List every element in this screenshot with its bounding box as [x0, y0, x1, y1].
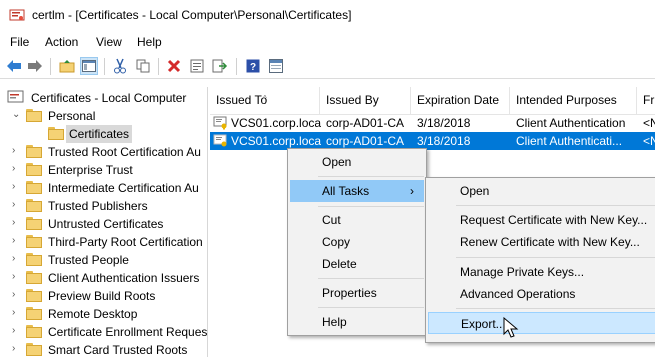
col-issued-by[interactable]: Issued By	[320, 87, 411, 114]
submenu-item-request-new-key[interactable]: Request Certificate with New Key...	[428, 209, 655, 231]
copy-icon[interactable]	[134, 57, 152, 75]
collapsed-chevron-icon[interactable]: ›	[12, 146, 22, 156]
table-row[interactable]: VCS01.corp.local corp-AD01-CA 3/18/2018 …	[210, 114, 655, 132]
submenu-item-advanced-operations[interactable]: Advanced Operations	[428, 283, 655, 305]
collapsed-chevron-icon[interactable]: ›	[12, 200, 22, 210]
tree-item[interactable]: › Trusted Publishers	[0, 197, 207, 215]
title-bar: certlm - [Certificates - Local Computer\…	[0, 0, 655, 30]
collapsed-chevron-icon[interactable]: ›	[12, 182, 22, 192]
menu-help[interactable]: Help	[137, 35, 162, 49]
tree-item-personal[interactable]: ⌄ Personal	[0, 107, 207, 125]
menu-file[interactable]: File	[10, 35, 29, 49]
folder-icon	[26, 217, 42, 230]
menu-item-cut[interactable]: Cut	[290, 209, 424, 231]
collapsed-chevron-icon[interactable]: ›	[12, 272, 22, 282]
svg-text:?: ?	[250, 62, 256, 73]
menu-item-delete[interactable]: Delete	[290, 253, 424, 275]
submenu-item-manage-private-keys[interactable]: Manage Private Keys...	[428, 261, 655, 283]
console-tree: Certificates - Local Computer ⌄ Personal…	[0, 87, 208, 357]
collapsed-chevron-icon[interactable]: ›	[12, 326, 22, 336]
col-issued-to[interactable]: ^ Issued To	[210, 87, 320, 114]
folder-icon	[26, 307, 42, 320]
forward-icon[interactable]	[26, 57, 44, 75]
tree-item[interactable]: › Certificate Enrollment Reques	[0, 323, 207, 341]
show-hide-tree-icon[interactable]	[80, 57, 98, 75]
certificate-app-icon	[9, 9, 25, 21]
back-icon[interactable]	[5, 57, 23, 75]
sort-ascending-icon: ^	[263, 94, 267, 103]
folder-icon	[26, 253, 42, 266]
folder-icon	[26, 343, 42, 356]
table-row-selected[interactable]: VCS01.corp.local corp-AD01-CA 3/18/2018 …	[210, 132, 655, 150]
folder-icon	[26, 235, 42, 248]
tree-item[interactable]: › Third-Party Root Certification	[0, 233, 207, 251]
help-icon[interactable]: ?	[244, 57, 262, 75]
folder-icon	[26, 163, 42, 176]
menu-bar: File Action View Help	[0, 32, 655, 52]
tree-item[interactable]: › Enterprise Trust	[0, 161, 207, 179]
menu-view[interactable]: View	[96, 35, 122, 49]
folder-icon	[26, 289, 42, 302]
up-folder-icon[interactable]	[58, 57, 76, 75]
certificate-icon	[213, 116, 227, 130]
folder-icon	[26, 199, 42, 212]
collapsed-chevron-icon[interactable]: ›	[12, 308, 22, 318]
list-header: ^ Issued To Issued By Expiration Date In…	[210, 87, 655, 115]
folder-icon	[26, 325, 42, 338]
folder-icon	[26, 271, 42, 284]
collapsed-chevron-icon[interactable]: ›	[12, 290, 22, 300]
window-title: certlm - [Certificates - Local Computer\…	[32, 8, 352, 22]
submenu-item-open[interactable]: Open	[428, 180, 655, 202]
mouse-pointer-icon	[503, 317, 519, 338]
tree-item-certificates[interactable]: Certificates	[0, 125, 207, 143]
tree-item[interactable]: › Remote Desktop	[0, 305, 207, 323]
cut-icon[interactable]	[111, 57, 129, 75]
open-folder-icon	[48, 127, 64, 140]
folder-icon	[26, 181, 42, 194]
collapsed-chevron-icon[interactable]: ›	[12, 236, 22, 246]
expanded-chevron-icon[interactable]: ⌄	[12, 110, 22, 120]
submenu-item-export[interactable]: Export...	[428, 312, 655, 334]
collapsed-chevron-icon[interactable]: ›	[12, 164, 22, 174]
tree-item[interactable]: › Intermediate Certification Au	[0, 179, 207, 197]
toolbar: ?	[0, 54, 655, 79]
delete-icon[interactable]	[165, 57, 183, 75]
certificate-icon	[213, 134, 227, 147]
tree-item[interactable]: › Trusted Root Certification Au	[0, 143, 207, 161]
folder-icon	[26, 145, 42, 158]
tree-item[interactable]: › Untrusted Certificates	[0, 215, 207, 233]
tree-root[interactable]: Certificates - Local Computer	[0, 89, 207, 107]
mmc-view-icon[interactable]	[267, 57, 285, 75]
context-menu: Open All Tasks › Cut Copy Delete Propert…	[287, 148, 427, 336]
certificate-store-icon	[7, 90, 24, 103]
menu-item-properties[interactable]: Properties	[290, 282, 424, 304]
menu-item-copy[interactable]: Copy	[290, 231, 424, 253]
properties-icon[interactable]	[188, 57, 206, 75]
menu-item-open[interactable]: Open	[290, 151, 424, 173]
col-friendly-name[interactable]: Fri	[637, 87, 655, 114]
tree-item[interactable]: › Preview Build Roots	[0, 287, 207, 305]
col-expiration-date[interactable]: Expiration Date	[411, 87, 510, 114]
tree-item[interactable]: › Smart Card Trusted Roots	[0, 341, 207, 357]
folder-icon	[26, 109, 42, 122]
export-list-icon[interactable]	[211, 57, 229, 75]
submenu-item-renew-new-key[interactable]: Renew Certificate with New Key...	[428, 231, 655, 253]
all-tasks-submenu: Open Request Certificate with New Key...…	[425, 177, 655, 343]
collapsed-chevron-icon[interactable]: ›	[12, 218, 22, 228]
collapsed-chevron-icon[interactable]: ›	[12, 344, 22, 354]
tree-item[interactable]: › Trusted People	[0, 251, 207, 269]
collapsed-chevron-icon[interactable]: ›	[12, 254, 22, 264]
menu-item-help[interactable]: Help	[290, 311, 424, 333]
tree-item[interactable]: › Client Authentication Issuers	[0, 269, 207, 287]
col-intended-purposes[interactable]: Intended Purposes	[510, 87, 637, 114]
menu-item-all-tasks[interactable]: All Tasks ›	[290, 180, 424, 202]
submenu-arrow-icon: ›	[410, 184, 414, 198]
menu-action[interactable]: Action	[45, 35, 78, 49]
